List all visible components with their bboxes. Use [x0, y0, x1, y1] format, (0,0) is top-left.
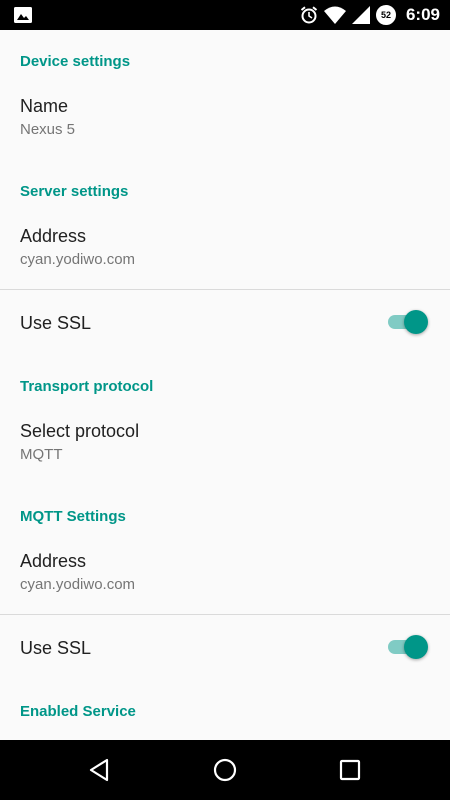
- pref-device-name-title: Name: [20, 96, 69, 116]
- wifi-icon: [323, 6, 346, 24]
- signal-icon: [351, 6, 370, 24]
- category-enabled-service: Enabled Service: [20, 703, 136, 720]
- pref-mqtt-address-summary: cyan.yodiwo.com: [20, 576, 136, 593]
- battery-icon: 52: [375, 5, 396, 25]
- alarm-icon: [300, 6, 318, 24]
- status-time: 6:09: [405, 5, 440, 24]
- category-mqtt-settings: MQTT Settings: [20, 508, 126, 525]
- pref-select-protocol-summary: MQTT: [20, 446, 63, 463]
- pref-select-protocol-title: Select protocol: [20, 421, 140, 441]
- category-server-settings: Server settings: [20, 183, 129, 200]
- battery-level: 52: [380, 10, 391, 20]
- pref-server-use-ssl-title: Use SSL: [20, 313, 92, 333]
- status-bar: 52 6:09: [0, 0, 450, 30]
- switch-thumb: [404, 635, 428, 659]
- photo-icon: [14, 7, 32, 23]
- navigation-bar: [0, 740, 450, 800]
- pref-mqtt-address-title: Address: [20, 551, 87, 571]
- server-ssl-switch[interactable]: [386, 310, 428, 334]
- category-device-settings: Device settings: [20, 53, 131, 70]
- pref-device-name-summary: Nexus 5: [20, 121, 76, 138]
- pref-server-address-summary: cyan.yodiwo.com: [20, 251, 136, 268]
- category-transport-protocol: Transport protocol: [20, 378, 154, 395]
- pref-server-address-title: Address: [20, 226, 87, 246]
- settings-list: Device settings Name Nexus 5 Server sett…: [0, 30, 450, 740]
- switch-thumb: [404, 310, 428, 334]
- pref-mqtt-use-ssl-title: Use SSL: [20, 638, 92, 658]
- home-icon[interactable]: [210, 755, 240, 785]
- back-icon[interactable]: [85, 755, 115, 785]
- mqtt-ssl-switch[interactable]: [386, 635, 428, 659]
- recents-icon[interactable]: [335, 755, 365, 785]
